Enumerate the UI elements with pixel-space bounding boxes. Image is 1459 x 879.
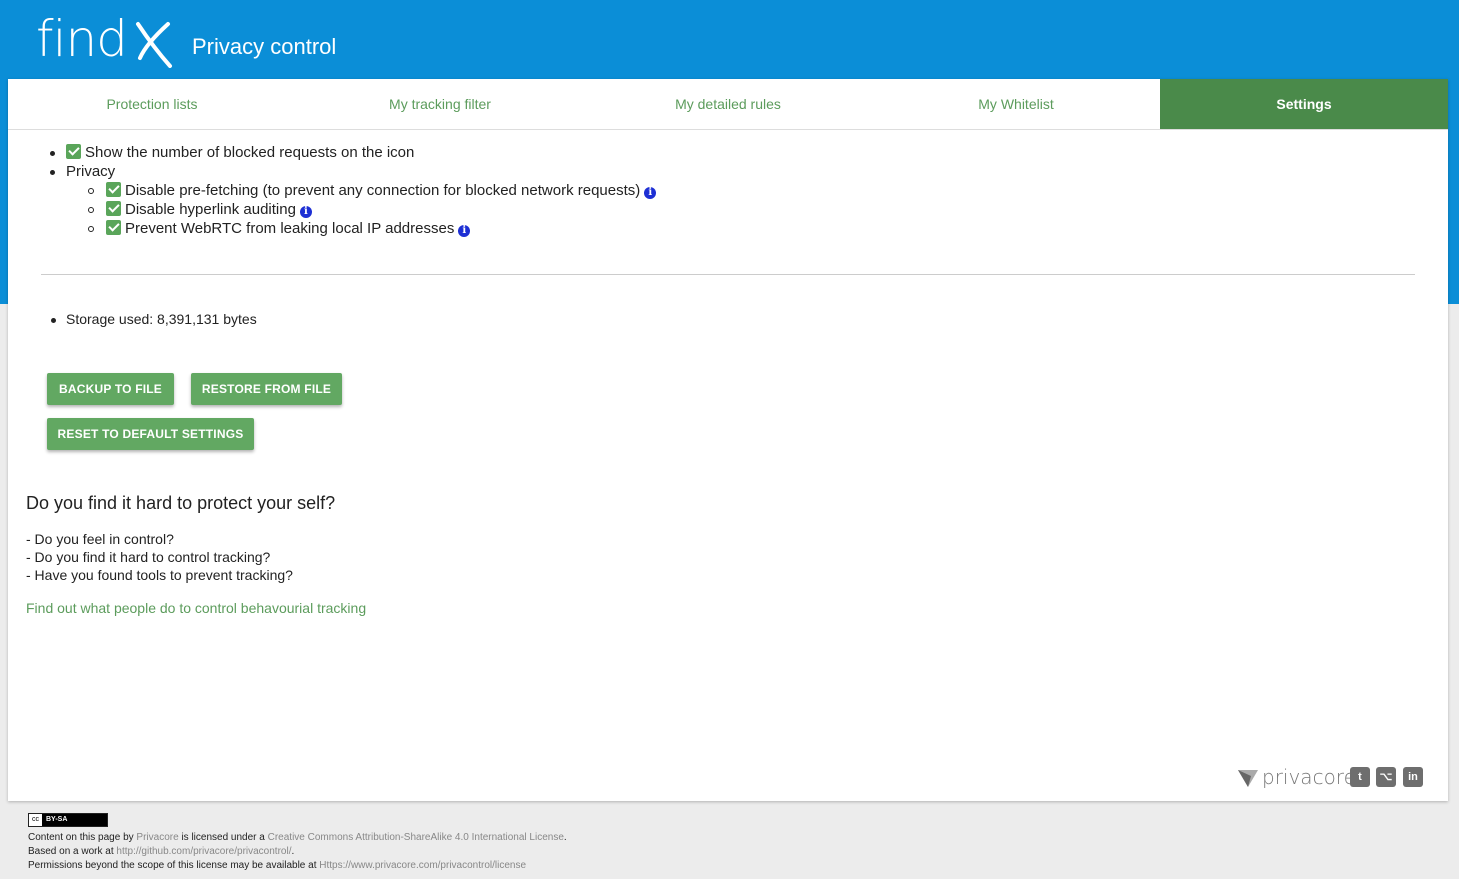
findx-logo: find bbox=[36, 8, 172, 70]
promo-line: - Have you found tools to prevent tracki… bbox=[26, 567, 293, 583]
github-icon[interactable]: ⌥ bbox=[1376, 767, 1396, 787]
bullet bbox=[88, 226, 94, 232]
bullet bbox=[88, 188, 94, 194]
privacy-label: Privacy bbox=[66, 163, 116, 180]
app-title: Privacy control bbox=[192, 34, 337, 59]
promo-link[interactable]: Find out what people do to control behav… bbox=[26, 600, 366, 616]
info-icon[interactable]: i bbox=[644, 187, 657, 199]
prevent-webrtc-label: Prevent WebRTC from leaking local IP add… bbox=[125, 220, 455, 237]
tab-settings[interactable]: Settings bbox=[1160, 79, 1448, 129]
cc-license-badge[interactable]: cc BY-SA bbox=[28, 813, 108, 827]
disable-hyperlink-auditing-checkbox[interactable] bbox=[106, 201, 121, 216]
bullet bbox=[50, 170, 55, 175]
promo-line: - Do you find it hard to control trackin… bbox=[26, 549, 271, 565]
list-item: Prevent WebRTC from leaking local IP add… bbox=[48, 219, 656, 238]
show-blocked-checkbox[interactable] bbox=[66, 144, 81, 159]
tab-protection-lists[interactable]: Protection lists bbox=[8, 79, 296, 129]
footer: cc BY-SA Content on this page by Privacor… bbox=[28, 812, 567, 873]
tab-bar: Protection lists My tracking filter My d… bbox=[8, 79, 1448, 130]
reset-button[interactable]: RESET TO DEFAULT SETTINGS bbox=[47, 418, 254, 450]
privacore-logo-icon bbox=[1238, 770, 1258, 787]
privacore-link[interactable]: Privacore bbox=[136, 832, 178, 843]
storage-used: Storage used: 8,391,131 bytes bbox=[51, 311, 257, 327]
tab-my-whitelist[interactable]: My Whitelist bbox=[872, 79, 1160, 129]
show-blocked-label: Show the number of blocked requests on t… bbox=[85, 144, 415, 161]
list-item: Privacy bbox=[48, 162, 656, 181]
footer-line: Based on a work at http://github.com/pri… bbox=[28, 846, 295, 857]
footer-line: Permissions beyond the scope of this lic… bbox=[28, 860, 527, 871]
permissions-link[interactable]: Https://www.privacore.com/privacontrol/l… bbox=[319, 860, 526, 871]
x-glyph-icon bbox=[136, 22, 172, 68]
list-item: Disable hyperlink auditing i bbox=[48, 200, 656, 219]
disable-prefetching-label: Disable pre-fetching (to prevent any con… bbox=[125, 182, 641, 199]
backup-button[interactable]: BACKUP TO FILE bbox=[47, 373, 174, 405]
github-link[interactable]: http://github.com/privacore/privacontrol… bbox=[116, 846, 291, 857]
settings-list: Show the number of blocked requests on t… bbox=[48, 143, 657, 238]
list-item: Disable pre-fetching (to prevent any con… bbox=[48, 181, 657, 200]
info-icon[interactable]: i bbox=[458, 225, 471, 237]
list-item: Show the number of blocked requests on t… bbox=[48, 143, 656, 162]
disable-hyperlink-auditing-label: Disable hyperlink auditing bbox=[125, 201, 296, 218]
bullet bbox=[50, 151, 55, 156]
divider bbox=[41, 274, 1415, 275]
tab-my-tracking-filter[interactable]: My tracking filter bbox=[296, 79, 584, 129]
footer-line: Content on this page by Privacore is lic… bbox=[28, 832, 567, 843]
bullet bbox=[51, 318, 56, 323]
license-link[interactable]: Creative Commons Attribution-ShareAlike … bbox=[268, 832, 564, 843]
storage-used-text: Storage used: 8,391,131 bytes bbox=[66, 311, 257, 327]
promo-line: - Do you feel in control? bbox=[26, 531, 174, 547]
promo-heading: Do you find it hard to protect your self… bbox=[26, 493, 336, 513]
linkedin-icon[interactable]: in bbox=[1403, 767, 1423, 787]
restore-button[interactable]: RESTORE FROM FILE bbox=[191, 373, 342, 405]
twitter-icon[interactable]: t bbox=[1350, 767, 1370, 787]
privacore-brand: privacore bbox=[1262, 765, 1356, 789]
tab-my-detailed-rules[interactable]: My detailed rules bbox=[584, 79, 872, 129]
disable-prefetching-checkbox[interactable] bbox=[106, 182, 121, 197]
bullet bbox=[88, 207, 94, 213]
main-card: Protection lists My tracking filter My d… bbox=[8, 79, 1448, 801]
info-icon[interactable]: i bbox=[299, 206, 312, 218]
prevent-webrtc-checkbox[interactable] bbox=[106, 220, 121, 235]
